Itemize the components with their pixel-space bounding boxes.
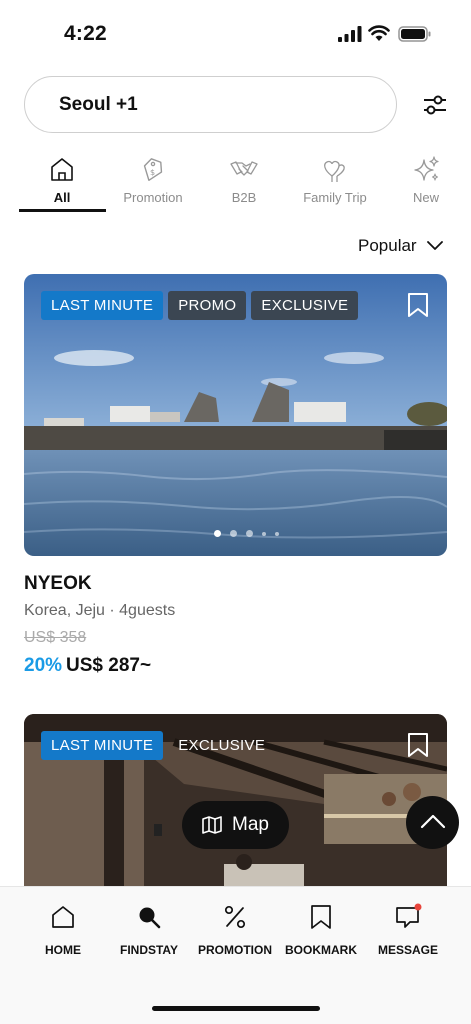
tab-label: B2B xyxy=(231,190,257,205)
home-icon xyxy=(52,906,74,928)
home-icon xyxy=(51,158,73,181)
bottom-nav: HOME FINDSTAY PROMOTION BOOKMARK MESSAGE xyxy=(0,886,471,1024)
nav-home[interactable]: HOME xyxy=(16,903,110,957)
nav-bookmark[interactable]: BOOKMARK xyxy=(274,903,368,957)
message-icon xyxy=(396,903,422,928)
scroll-to-top-button[interactable] xyxy=(406,796,459,849)
badge-promo: PROMO xyxy=(168,291,247,320)
listing-location: Korea, Jeju · 4guests xyxy=(24,602,176,619)
sort-dropdown[interactable]: Popular xyxy=(358,236,443,258)
tab-label: All xyxy=(53,190,71,205)
hearts-icon xyxy=(324,160,345,182)
bookmark-icon[interactable] xyxy=(406,732,430,758)
tag-icon: $ xyxy=(143,158,163,181)
nav-label: BOOKMARK xyxy=(285,943,357,957)
chevron-up-icon xyxy=(420,814,446,829)
sale-price: US$ 287~ xyxy=(66,655,152,676)
listing-image[interactable]: LAST MINUTE PROMO EXCLUSIVE xyxy=(24,274,447,556)
tab-family-trip[interactable]: Family Trip xyxy=(290,150,380,212)
percent-icon xyxy=(224,905,246,929)
bookmark-icon[interactable] xyxy=(406,292,430,318)
nav-label: FINDSTAY xyxy=(119,943,178,957)
tab-promotion[interactable]: $ Promotion xyxy=(108,150,198,212)
carousel-dot xyxy=(214,530,221,537)
map-icon xyxy=(202,816,222,834)
tab-all[interactable]: All xyxy=(17,150,107,212)
search-icon xyxy=(139,907,161,929)
tab-b2b[interactable]: B2B xyxy=(199,150,289,212)
search-field[interactable]: Seoul +1 xyxy=(24,76,397,133)
search-value: Seoul +1 xyxy=(59,94,138,115)
handshake-icon xyxy=(230,161,258,176)
badge-exclusive: EXCLUSIVE xyxy=(251,291,359,320)
carousel-dot xyxy=(230,530,237,537)
notification-dot xyxy=(414,903,422,911)
badge-exclusive: EXCLUSIVE xyxy=(178,737,266,754)
nav-findstay[interactable]: FINDSTAY xyxy=(102,903,196,957)
sliders-icon xyxy=(424,95,446,115)
discount-rate: 20% xyxy=(24,655,63,676)
status-bar: 4:22 xyxy=(0,0,471,70)
badge-last-minute: LAST MINUTE xyxy=(41,731,164,760)
tab-label: Promotion xyxy=(123,190,183,205)
sparkle-icon xyxy=(414,156,439,181)
carousel-dot xyxy=(246,530,253,537)
signal-icon xyxy=(338,26,362,42)
tab-label: New xyxy=(412,190,439,205)
nav-promotion[interactable]: PROMOTION xyxy=(188,903,282,957)
tab-label: Family Trip xyxy=(303,190,367,205)
bookmark-icon xyxy=(311,905,331,929)
active-tab-indicator xyxy=(19,209,106,212)
sort-label: Popular xyxy=(358,236,417,255)
filter-button[interactable] xyxy=(418,88,452,122)
map-button-label: Map xyxy=(232,814,269,835)
home-indicator xyxy=(152,1006,320,1011)
listing-original-price: US$ 358 xyxy=(24,629,87,646)
badge-group: LAST MINUTE PROMO EXCLUSIVE xyxy=(41,291,359,320)
nav-label: HOME xyxy=(45,943,81,957)
wifi-icon xyxy=(368,25,390,41)
battery-icon xyxy=(398,26,431,42)
nav-label: MESSAGE xyxy=(377,943,438,957)
badge-last-minute: LAST MINUTE xyxy=(41,291,164,320)
carousel-dot xyxy=(275,531,279,536)
nav-label: PROMOTION xyxy=(198,943,272,957)
map-button[interactable]: Map xyxy=(182,801,289,849)
tab-new[interactable]: New xyxy=(381,150,471,212)
chevron-down-icon xyxy=(427,241,443,250)
listing-price: 20% US$ 287~ xyxy=(24,655,151,677)
carousel-dots xyxy=(214,530,279,537)
carousel-dot xyxy=(262,531,266,536)
listing-name[interactable]: NYEOK xyxy=(24,573,92,595)
category-tabs: All $ Promotion B2B Family Trip New xyxy=(0,150,471,214)
svg-text:$: $ xyxy=(150,168,155,177)
status-time: 4:22 xyxy=(64,22,107,45)
badge-group: LAST MINUTE EXCLUSIVE xyxy=(41,731,275,760)
nav-message[interactable]: MESSAGE xyxy=(361,903,455,957)
